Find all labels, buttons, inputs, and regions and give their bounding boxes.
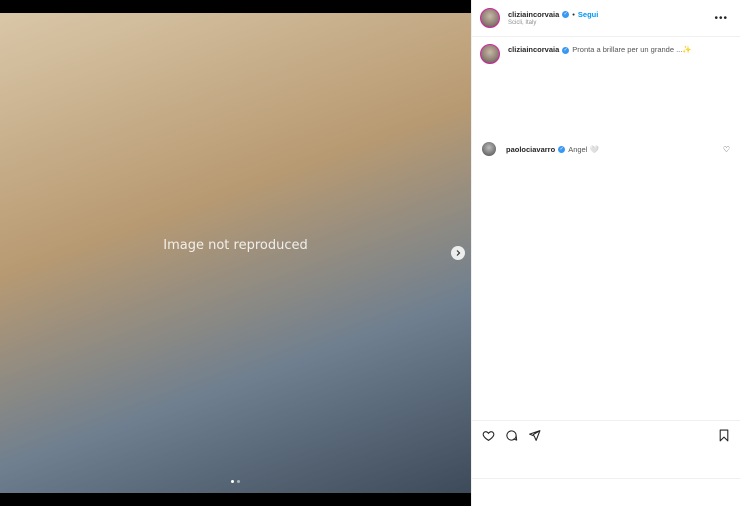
author-avatar[interactable]	[480, 8, 500, 28]
comment-icon[interactable]	[505, 429, 518, 442]
carousel-dot-active	[231, 480, 234, 483]
commenter-username[interactable]: paolociavarro	[506, 145, 555, 154]
caption-body: Pronta a brillare per un grande ...✨	[572, 45, 692, 54]
caption-username[interactable]: cliziaincorvaia	[508, 44, 559, 56]
follow-button[interactable]: Segui	[578, 10, 598, 19]
bookmark-icon[interactable]	[718, 429, 730, 442]
post-sidebar: cliziaincorvaia ✓ • Segui Scicli, Italy …	[471, 0, 740, 506]
instagram-post: Image not reproduced cliziaincorvaia ✓ •…	[0, 0, 740, 506]
comment-body: Angel 🤍	[568, 144, 599, 154]
comment-text-row: paolociavarro ✓ Angel 🤍	[506, 145, 599, 154]
chevron-right-icon	[456, 250, 461, 256]
share-icon[interactable]	[528, 429, 541, 442]
commenter-avatar[interactable]	[482, 142, 496, 156]
divider	[472, 478, 740, 479]
author-name-row: cliziaincorvaia ✓ • Segui	[508, 10, 598, 19]
author-info: cliziaincorvaia ✓ • Segui Scicli, Italy	[508, 10, 598, 26]
more-options-icon[interactable]: •••	[714, 13, 728, 24]
verified-badge-icon: ✓	[562, 11, 570, 18]
post-image-placeholder[interactable]: Image not reproduced	[0, 13, 471, 493]
next-slide-button[interactable]	[451, 246, 465, 260]
separator-dot: •	[572, 10, 575, 19]
comment-item: paolociavarro ✓ Angel 🤍 ♡	[482, 142, 732, 156]
heart-icon[interactable]	[482, 429, 495, 442]
author-username[interactable]: cliziaincorvaia	[508, 10, 559, 19]
caption-text-row: cliziaincorvaia ✓ Pronta a brillare per …	[508, 44, 692, 56]
like-comment-heart-icon[interactable]: ♡	[723, 145, 730, 154]
post-header: cliziaincorvaia ✓ • Segui Scicli, Italy …	[472, 0, 740, 37]
post-location[interactable]: Scicli, Italy	[508, 20, 598, 26]
verified-badge-icon: ✓	[562, 46, 570, 54]
post-actions-bar	[472, 420, 740, 450]
media-placeholder-note: Image not reproduced	[163, 238, 308, 253]
verified-badge-icon: ✓	[558, 145, 566, 153]
caption-author-avatar[interactable]	[480, 44, 500, 64]
carousel-dot	[237, 480, 240, 483]
carousel-indicator	[0, 480, 471, 483]
post-caption: cliziaincorvaia ✓ Pronta a brillare per …	[472, 37, 740, 64]
post-media: Image not reproduced	[0, 0, 471, 506]
